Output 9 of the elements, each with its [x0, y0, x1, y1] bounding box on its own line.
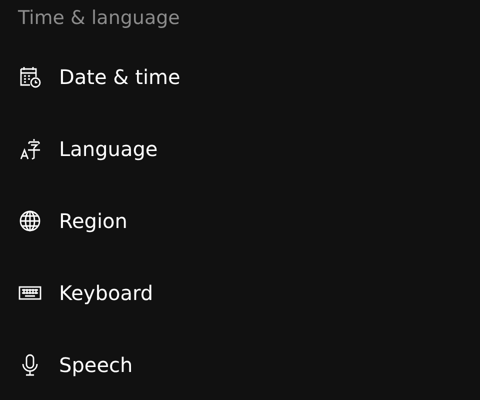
settings-link[interactable]: Speech — [59, 351, 133, 379]
settings-link[interactable]: Language — [59, 135, 158, 163]
page-title: Time & language — [18, 6, 181, 31]
calendar-clock-icon — [18, 65, 42, 89]
settings-link[interactable]: Keyboard — [59, 279, 154, 307]
settings-link[interactable]: Region — [59, 207, 128, 235]
settings-link[interactable]: Date & time — [59, 63, 180, 91]
globe-icon — [18, 209, 42, 233]
language-icon — [18, 137, 42, 161]
